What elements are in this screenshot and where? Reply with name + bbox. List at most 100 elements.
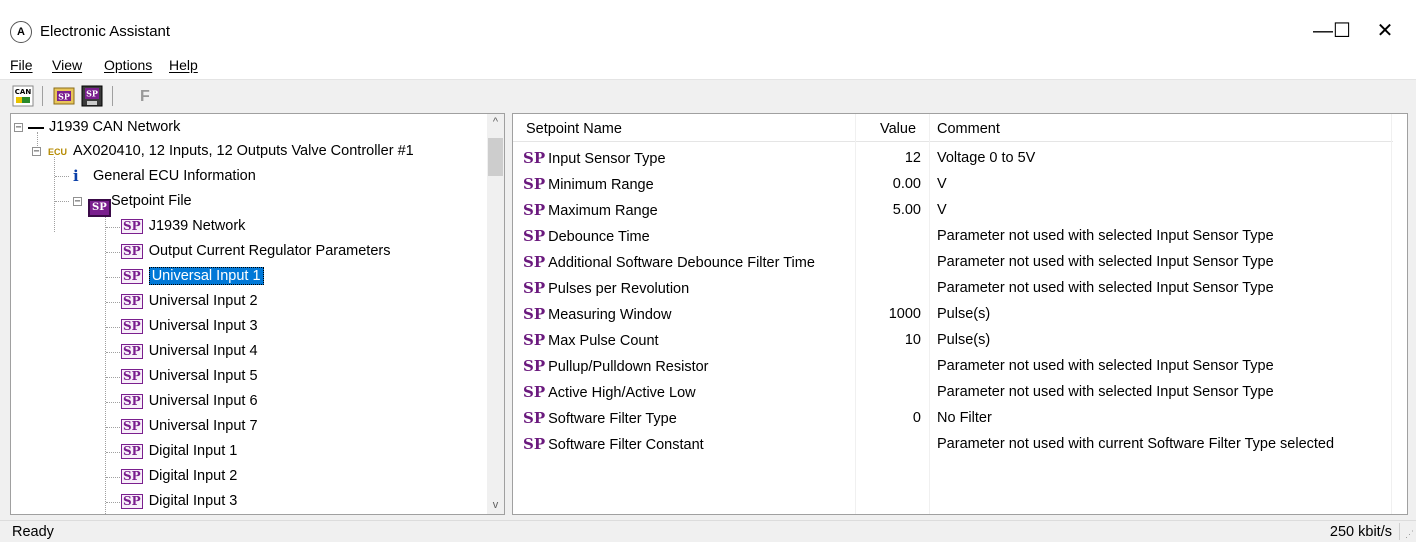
menu-view[interactable]: View	[52, 57, 82, 73]
menu-bar: File View Options Help	[0, 50, 1416, 80]
setpoint-name: Software Filter Constant	[548, 437, 704, 453]
collapse-icon[interactable]: −	[73, 197, 82, 207]
sp-icon: SP	[523, 435, 546, 453]
tree-line	[106, 277, 120, 278]
table-row[interactable]: SP Additional Software Debounce Filter Ti…	[513, 249, 1393, 275]
tree-line	[105, 209, 106, 514]
flash-button[interactable]: F	[140, 88, 150, 106]
table-row[interactable]: SP Pullup/Pulldown Resistor Parameter not …	[513, 353, 1393, 379]
setpoint-name-cell: SP Maximum Range	[523, 197, 658, 224]
sp-icon: SP	[523, 357, 546, 375]
setpoint-value[interactable]: 1000	[889, 301, 921, 327]
tree-item-label: Digital Input 2	[148, 468, 238, 484]
setpoint-name: Pulses per Revolution	[548, 281, 690, 297]
table-row[interactable]: SP Maximum Range 5.00 V	[513, 197, 1393, 223]
maximize-button[interactable]: ☐	[1322, 14, 1362, 48]
setpoint-name: Minimum Range	[548, 177, 654, 193]
sp-icon: SP	[523, 279, 546, 297]
tree-item-label: Universal Input 6	[148, 393, 258, 409]
setpoint-name-cell: SP Pulses per Revolution	[523, 275, 689, 302]
menu-file[interactable]: File	[10, 57, 33, 73]
setpoint-name-cell: SP Additional Software Debounce Filter Ti…	[523, 249, 815, 276]
table-row[interactable]: SP Input Sensor Type 12 Voltage 0 to 5V	[513, 145, 1393, 171]
table-row[interactable]: SP Max Pulse Count 10 Pulse(s)	[513, 327, 1393, 353]
tree-line	[106, 227, 120, 228]
sp-icon: SP	[121, 468, 143, 484]
tree-item-label: J1939 Network	[148, 218, 246, 234]
collapse-icon[interactable]: −	[14, 123, 23, 133]
table-row[interactable]: SP Minimum Range 0.00 V	[513, 171, 1393, 197]
sp-icon: SP	[121, 443, 143, 459]
tree-node-label: General ECU Information	[93, 168, 256, 184]
collapse-icon[interactable]: −	[32, 147, 41, 157]
menu-help[interactable]: Help	[169, 57, 198, 73]
tree-line	[106, 452, 120, 453]
setpoint-file-icon: SP	[88, 194, 111, 219]
setpoint-value[interactable]: 0	[913, 405, 921, 431]
setpoint-name: Pullup/Pulldown Resistor	[548, 359, 709, 375]
table-row[interactable]: SP Software Filter Type 0 No Filter	[513, 405, 1393, 431]
tree-item-label: Universal Input 4	[148, 343, 258, 359]
scroll-up-arrow-icon[interactable]: ^	[487, 114, 504, 131]
setpoint-name: Debounce Time	[548, 229, 650, 245]
sp-icon: SP	[121, 393, 143, 409]
setpoint-name-cell: SP Measuring Window	[523, 301, 671, 328]
column-header-comment[interactable]: Comment	[937, 121, 1000, 137]
open-setpoint-file-icon[interactable]: SP	[52, 84, 76, 108]
tree-scrollbar[interactable]: ^ v	[487, 114, 504, 514]
scroll-down-arrow-icon[interactable]: v	[487, 497, 504, 514]
tree-line	[106, 302, 120, 303]
menu-options[interactable]: Options	[104, 57, 152, 73]
sp-icon: SP	[121, 343, 143, 359]
setpoint-grid[interactable]: Setpoint Name Value Comment SP Input Sens…	[512, 113, 1408, 515]
setpoint-value[interactable]: 12	[905, 145, 921, 171]
sp-icon: SP	[121, 243, 143, 259]
column-header-value[interactable]: Value	[880, 121, 916, 137]
column-header-name[interactable]: Setpoint Name	[526, 121, 622, 137]
table-row[interactable]: SP Debounce Time Parameter not used with s…	[513, 223, 1393, 249]
setpoint-name-cell: SP Software Filter Constant	[523, 431, 704, 458]
tree-item-label: Universal Input 5	[148, 368, 258, 384]
tree-item-label: Output Current Regulator Parameters	[148, 243, 391, 259]
setpoint-comment: Pulse(s)	[937, 332, 991, 348]
table-row[interactable]: SP Software Filter Constant Parameter not …	[513, 431, 1393, 457]
setpoint-comment: V	[937, 202, 947, 218]
save-setpoint-file-icon[interactable]: SP	[80, 84, 104, 108]
tree-item-label: Universal Input 3	[148, 318, 258, 334]
setpoint-name: Additional Software Debounce Filter Time	[548, 255, 815, 271]
table-row[interactable]: SP Measuring Window 1000 Pulse(s)	[513, 301, 1393, 327]
resize-grip-icon[interactable]: ⋰	[1405, 529, 1414, 540]
setpoint-name-cell: SP Input Sensor Type	[523, 145, 666, 172]
sp-save-label: SP	[86, 89, 98, 99]
tree-node-label: J1939 CAN Network	[49, 119, 181, 135]
table-row[interactable]: SP Pulses per Revolution Parameter not use…	[513, 275, 1393, 301]
tree-line	[106, 402, 120, 403]
setpoint-name-cell: SP Debounce Time	[523, 223, 650, 250]
sp-icon: SP	[121, 293, 143, 309]
can-network-icon[interactable]: CAN	[11, 84, 35, 108]
setpoint-name: Measuring Window	[548, 307, 672, 323]
sp-icon: SP	[523, 149, 546, 167]
tree-line	[106, 352, 120, 353]
tree-view[interactable]: − J1939 CAN Network − ECU AX020410, 12 I…	[10, 113, 505, 515]
setpoint-name-cell: SP Active High/Active Low	[523, 379, 696, 406]
scroll-thumb[interactable]	[488, 138, 503, 176]
setpoint-value[interactable]: 0.00	[893, 171, 921, 197]
setpoint-comment: V	[937, 176, 947, 192]
setpoint-comment: Parameter not used with current Software…	[937, 436, 1335, 452]
setpoint-comment: Parameter not used with selected Input S…	[937, 384, 1274, 400]
setpoint-name-cell: SP Minimum Range	[523, 171, 654, 198]
title-bar: A Electronic Assistant — ☐ ✕	[0, 0, 1416, 50]
tree-line	[106, 252, 120, 253]
tree-line	[106, 427, 120, 428]
setpoint-value[interactable]: 10	[905, 327, 921, 353]
toolbar-separator	[42, 86, 43, 106]
baud-rate-status: 250 kbit/s	[1329, 524, 1392, 540]
sp-icon: SP	[121, 218, 143, 234]
setpoint-value[interactable]: 5.00	[893, 197, 921, 223]
setpoint-name: Active High/Active Low	[548, 385, 696, 401]
table-row[interactable]: SP Active High/Active Low Parameter not us…	[513, 379, 1393, 405]
sp-icon: SP	[523, 383, 546, 401]
status-bar: Ready 250 kbit/s ⋰	[0, 520, 1416, 542]
close-button[interactable]: ✕	[1362, 14, 1408, 48]
